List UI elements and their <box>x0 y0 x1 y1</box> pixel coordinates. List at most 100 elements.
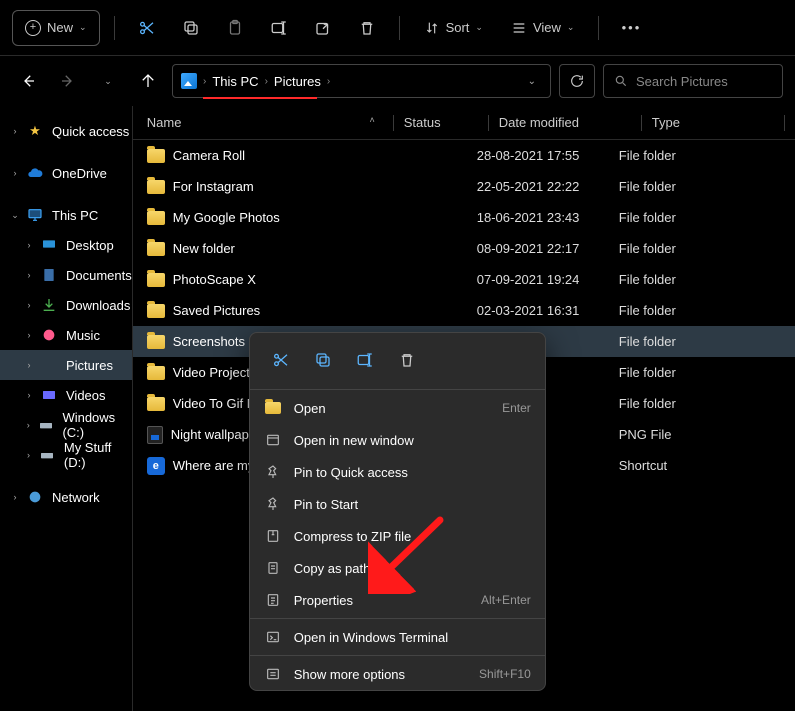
star-icon: ★ <box>26 122 44 140</box>
drive-icon <box>39 446 56 464</box>
breadcrumb-this-pc[interactable]: This PC <box>212 74 258 89</box>
scissors-icon <box>272 351 290 369</box>
context-rename[interactable] <box>348 343 382 377</box>
sidebar-item-downloads[interactable]: ›Downloads <box>0 290 132 320</box>
context-open-new-window[interactable]: Open in new window <box>250 424 545 456</box>
search-icon <box>614 74 628 88</box>
sidebar-item-network[interactable]: ›Network <box>0 482 132 512</box>
table-row[interactable]: Camera Roll28-08-2021 17:55File folder <box>133 140 795 171</box>
context-pin-start[interactable]: Pin to Start <box>250 488 545 520</box>
context-show-more[interactable]: Show more optionsShift+F10 <box>250 658 545 690</box>
address-dropdown[interactable]: ⌄ <box>522 65 542 97</box>
table-row[interactable]: New folder08-09-2021 22:17File folder <box>133 233 795 264</box>
cloud-icon <box>26 164 44 182</box>
chevron-down-icon: ⌄ <box>104 76 112 87</box>
row-name: Video Projects <box>173 365 257 380</box>
sidebar-item-videos[interactable]: ›Videos <box>0 380 132 410</box>
column-type[interactable]: Type <box>652 115 784 130</box>
sidebar-item-onedrive[interactable]: ›OneDrive <box>0 158 132 188</box>
sort-asc-icon: ˄ <box>369 115 374 125</box>
pictures-icon <box>40 356 58 374</box>
context-copy[interactable] <box>306 343 340 377</box>
trash-icon <box>398 351 416 369</box>
downloads-icon <box>40 296 58 314</box>
row-type: File folder <box>619 179 751 194</box>
view-icon <box>511 20 527 36</box>
column-date[interactable]: Date modified <box>499 115 641 130</box>
row-type: Shortcut <box>619 458 751 473</box>
column-status[interactable]: Status <box>404 115 488 130</box>
chevron-down-icon: ⌄ <box>8 210 22 221</box>
recent-button[interactable]: ⌄ <box>92 65 124 97</box>
forward-button[interactable] <box>52 65 84 97</box>
sidebar-item-this-pc[interactable]: ⌄This PC <box>0 200 132 230</box>
table-row[interactable]: My Google Photos18-06-2021 23:43File fol… <box>133 202 795 233</box>
row-name: New folder <box>173 241 235 256</box>
plus-icon: + <box>25 20 41 36</box>
more-button[interactable]: ••• <box>613 10 649 46</box>
row-name: Screenshots <box>173 334 245 349</box>
row-type: PNG File <box>619 427 751 442</box>
row-date: 18-06-2021 23:43 <box>477 210 619 225</box>
new-button[interactable]: + New ⌄ <box>12 10 100 46</box>
context-copy-path[interactable]: Copy as path <box>250 552 545 584</box>
table-row[interactable]: For Instagram 22-05-2021 22:22File folder <box>133 171 795 202</box>
copy-button[interactable] <box>173 10 209 46</box>
rename-button[interactable] <box>261 10 297 46</box>
folder-icon <box>147 242 165 256</box>
zip-icon <box>264 528 282 544</box>
breadcrumb-pictures[interactable]: Pictures <box>274 74 321 89</box>
context-pin-quick-access[interactable]: Pin to Quick access <box>250 456 545 488</box>
sidebar-item-windows-c[interactable]: ›Windows (C:) <box>0 410 132 440</box>
row-date: 22-05-2021 22:22 <box>477 179 619 194</box>
sidebar-item-quick-access[interactable]: ›★Quick access <box>0 116 132 146</box>
arrow-left-icon <box>19 72 37 90</box>
copy-path-icon <box>264 560 282 576</box>
scissors-icon <box>138 19 156 37</box>
row-date: 07-09-2021 19:24 <box>477 272 619 287</box>
context-delete[interactable] <box>390 343 424 377</box>
arrow-up-icon <box>139 72 157 90</box>
column-name[interactable]: Name˄ <box>147 115 393 130</box>
sidebar-item-documents[interactable]: ›Documents <box>0 260 132 290</box>
context-menu: OpenEnter Open in new window Pin to Quic… <box>249 332 546 691</box>
row-type: File folder <box>619 272 751 287</box>
rename-icon <box>356 351 374 369</box>
image-file-icon <box>147 426 163 444</box>
table-row[interactable]: Saved Pictures02-03-2021 16:31File folde… <box>133 295 795 326</box>
context-properties[interactable]: PropertiesAlt+Enter <box>250 584 545 616</box>
paste-button[interactable] <box>217 10 253 46</box>
context-open[interactable]: OpenEnter <box>250 392 545 424</box>
nav-row: ⌄ › This PC › Pictures › ⌄ Search Pictur… <box>0 56 795 106</box>
delete-button[interactable] <box>349 10 385 46</box>
sidebar-item-pictures[interactable]: ›Pictures <box>0 350 132 380</box>
row-type: File folder <box>619 365 751 380</box>
back-button[interactable] <box>12 65 44 97</box>
search-input[interactable]: Search Pictures <box>603 64 783 98</box>
context-compress-zip[interactable]: Compress to ZIP file <box>250 520 545 552</box>
rename-icon <box>270 19 288 37</box>
sidebar: ›★Quick access ›OneDrive ⌄This PC ›Deskt… <box>0 106 133 711</box>
share-button[interactable] <box>305 10 341 46</box>
toolbar-divider <box>399 16 400 40</box>
table-row[interactable]: PhotoScape X07-09-2021 19:24File folder <box>133 264 795 295</box>
view-button[interactable]: View ⌄ <box>501 10 585 46</box>
context-open-terminal[interactable]: Open in Windows Terminal <box>250 621 545 653</box>
address-bar[interactable]: › This PC › Pictures › ⌄ <box>172 64 551 98</box>
chevron-down-icon: ⌄ <box>475 22 483 33</box>
sidebar-item-my-stuff-d[interactable]: ›My Stuff (D:) <box>0 440 132 470</box>
folder-icon <box>147 273 165 287</box>
folder-icon <box>147 211 165 225</box>
sort-button[interactable]: Sort ⌄ <box>414 10 493 46</box>
row-name: For Instagram <box>173 179 254 194</box>
refresh-button[interactable] <box>559 64 595 98</box>
cut-button[interactable] <box>129 10 165 46</box>
sidebar-item-music[interactable]: ›Music <box>0 320 132 350</box>
folder-icon <box>147 366 165 380</box>
chevron-right-icon: › <box>22 240 36 250</box>
up-button[interactable] <box>132 65 164 97</box>
terminal-icon <box>264 629 282 645</box>
trash-icon <box>358 19 376 37</box>
sidebar-item-desktop[interactable]: ›Desktop <box>0 230 132 260</box>
context-cut[interactable] <box>264 343 298 377</box>
